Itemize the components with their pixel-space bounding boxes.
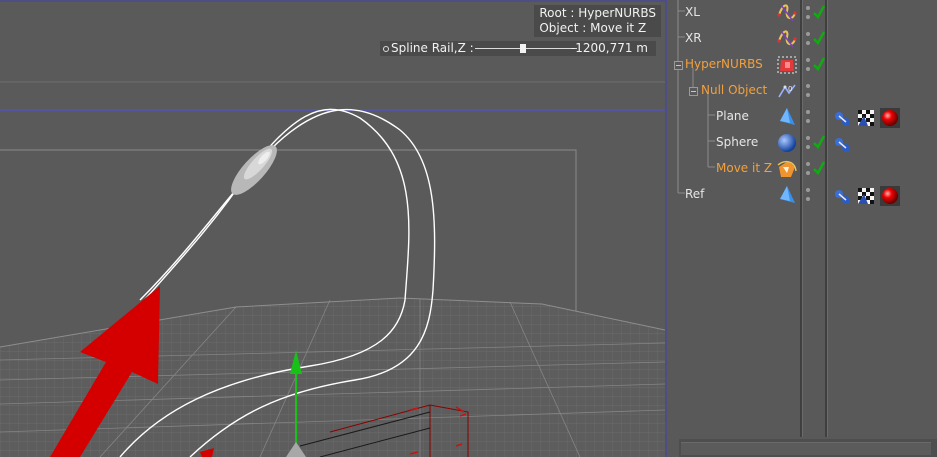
null-object-icon[interactable]: 0: [775, 79, 799, 103]
phong-tag-icon[interactable]: [831, 185, 853, 207]
material-tag-icon[interactable]: [879, 185, 901, 207]
viewport-top-border: [0, 0, 667, 2]
enabled-check-icon[interactable]: [812, 160, 826, 176]
object-name[interactable]: XL: [685, 5, 700, 19]
plane-icon[interactable]: [775, 183, 799, 207]
spline-icon[interactable]: [775, 1, 799, 25]
spline-icon[interactable]: [775, 27, 799, 51]
enabled-check-icon[interactable]: [812, 30, 826, 46]
scrollbar-thumb[interactable]: [681, 442, 931, 455]
object-name[interactable]: Sphere: [716, 135, 758, 149]
object-row-sphere[interactable]: Sphere: [667, 130, 937, 156]
sphere-object[interactable]: [224, 139, 283, 201]
object-row-plane[interactable]: Plane: [667, 104, 937, 130]
3d-viewport[interactable]: Root : HyperNURBS Object : Move it Z Spl…: [0, 0, 667, 457]
viewport-scene[interactable]: [0, 0, 667, 457]
object-row-hypernurbs[interactable]: HyperNURBS: [667, 52, 937, 78]
texture-tag-icon[interactable]: [855, 185, 877, 207]
texture-tag-icon[interactable]: [855, 107, 877, 129]
hypernurbs-icon[interactable]: [775, 53, 799, 77]
visibility-dots-icon[interactable]: [806, 108, 810, 126]
slider-handle-icon[interactable]: [383, 46, 389, 52]
collapse-toggle-icon[interactable]: [689, 87, 698, 96]
spline-rail-slider[interactable]: Spline Rail,Z : -1200,771 m: [380, 41, 656, 56]
object-name[interactable]: Null Object: [701, 83, 767, 97]
enabled-check-icon[interactable]: [812, 56, 826, 72]
enabled-check-icon[interactable]: [812, 4, 826, 20]
visibility-dots-icon[interactable]: [806, 4, 810, 22]
visibility-dots-icon[interactable]: [806, 186, 810, 204]
spline-rail-label: Spline Rail,Z :: [391, 41, 474, 55]
spline-rail-icon[interactable]: [775, 157, 799, 181]
viewport-hud: Root : HyperNURBS Object : Move it Z: [534, 5, 661, 37]
object-row-null-object[interactable]: Null Object 0: [667, 78, 937, 104]
object-name[interactable]: Move it Z: [716, 161, 772, 175]
object-name[interactable]: HyperNURBS: [685, 57, 763, 71]
object-row-ref[interactable]: Ref: [667, 182, 937, 208]
sphere-icon[interactable]: [775, 131, 799, 155]
horizontal-scrollbar[interactable]: [679, 439, 937, 457]
material-tag-icon[interactable]: [879, 107, 901, 129]
object-row-xl[interactable]: XL: [667, 0, 937, 26]
object-name[interactable]: XR: [685, 31, 702, 45]
visibility-dots-icon[interactable]: [806, 30, 810, 48]
collapse-toggle-icon[interactable]: [674, 61, 683, 70]
visibility-dots-icon[interactable]: [806, 134, 810, 152]
enabled-check-icon[interactable]: [812, 134, 826, 150]
object-name[interactable]: Plane: [716, 109, 749, 123]
phong-tag-icon[interactable]: [831, 107, 853, 129]
spline-rail-value: -1200,771 m: [570, 41, 648, 55]
plane-icon[interactable]: [775, 105, 799, 129]
slider-track[interactable]: [475, 48, 577, 49]
object-row-xr[interactable]: XR: [667, 26, 937, 52]
visibility-dots-icon[interactable]: [806, 82, 810, 100]
svg-text:0: 0: [788, 85, 792, 93]
hud-root-line: Root : HyperNURBS: [539, 6, 656, 20]
object-row-move-it-z[interactable]: Move it Z: [667, 156, 937, 182]
object-manager[interactable]: XL XR HyperNURBS Null Object 0 Plane Sphere Mov…: [667, 0, 937, 457]
slider-thumb[interactable]: [519, 44, 526, 53]
hud-object-line: Object : Move it Z: [539, 21, 647, 35]
phong-tag-icon[interactable]: [831, 133, 853, 155]
visibility-dots-icon[interactable]: [806, 56, 810, 74]
visibility-dots-icon[interactable]: [806, 160, 810, 178]
object-name[interactable]: Ref: [685, 187, 704, 201]
